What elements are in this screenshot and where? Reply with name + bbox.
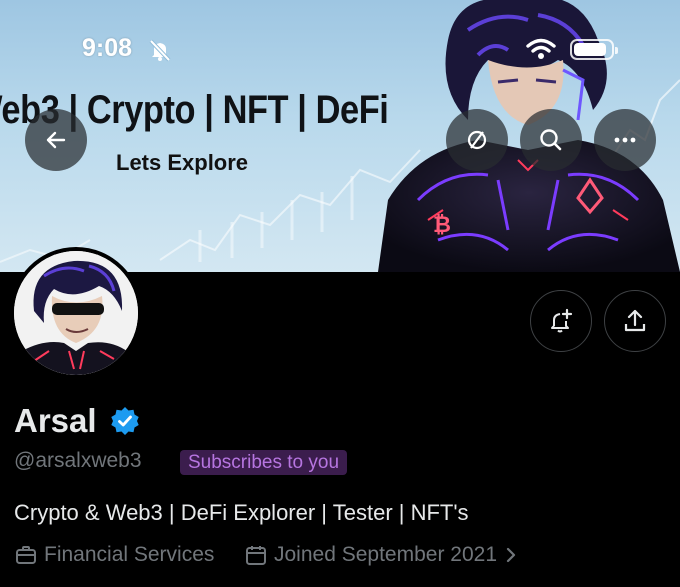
chevron-right-icon	[506, 547, 516, 563]
profile-joined[interactable]: Joined September 2021	[244, 541, 519, 569]
bell-plus-icon	[551, 308, 573, 333]
search-button[interactable]	[520, 109, 582, 171]
briefcase-icon	[16, 546, 36, 564]
translate-icon	[467, 130, 487, 150]
bell-slash-icon	[149, 39, 171, 62]
status-time: 9:08	[82, 34, 133, 62]
battery-icon	[570, 39, 618, 60]
banner-subtitle: Lets Explore	[116, 150, 249, 175]
profile-category-label: Financial Services	[44, 543, 215, 566]
search-icon	[540, 129, 562, 151]
wifi-icon	[526, 38, 556, 59]
profile-bio: Crypto & Web3 | DeFi Explorer | Tester |…	[14, 500, 469, 525]
back-button[interactable]	[25, 109, 87, 171]
more-button[interactable]	[594, 109, 656, 171]
back-arrow-icon	[46, 131, 66, 149]
share-icon	[624, 309, 646, 332]
translate-button[interactable]	[446, 109, 508, 171]
notifications-button[interactable]	[530, 290, 592, 352]
more-icon	[614, 137, 636, 143]
verified-badge-icon[interactable]	[110, 406, 140, 436]
profile-display-name: Arsal	[14, 402, 97, 439]
svg-text:₿: ₿	[433, 212, 451, 237]
profile-category: Financial Services	[14, 541, 214, 569]
avatar[interactable]	[10, 247, 142, 379]
follows-you-badge: Subscribes to you	[180, 450, 348, 475]
avatar-image	[14, 251, 138, 375]
calendar-icon	[246, 546, 266, 565]
profile-handle: @arsalxweb3	[14, 449, 142, 472]
profile-joined-label: Joined September 2021	[274, 543, 497, 566]
share-button[interactable]	[604, 290, 666, 352]
